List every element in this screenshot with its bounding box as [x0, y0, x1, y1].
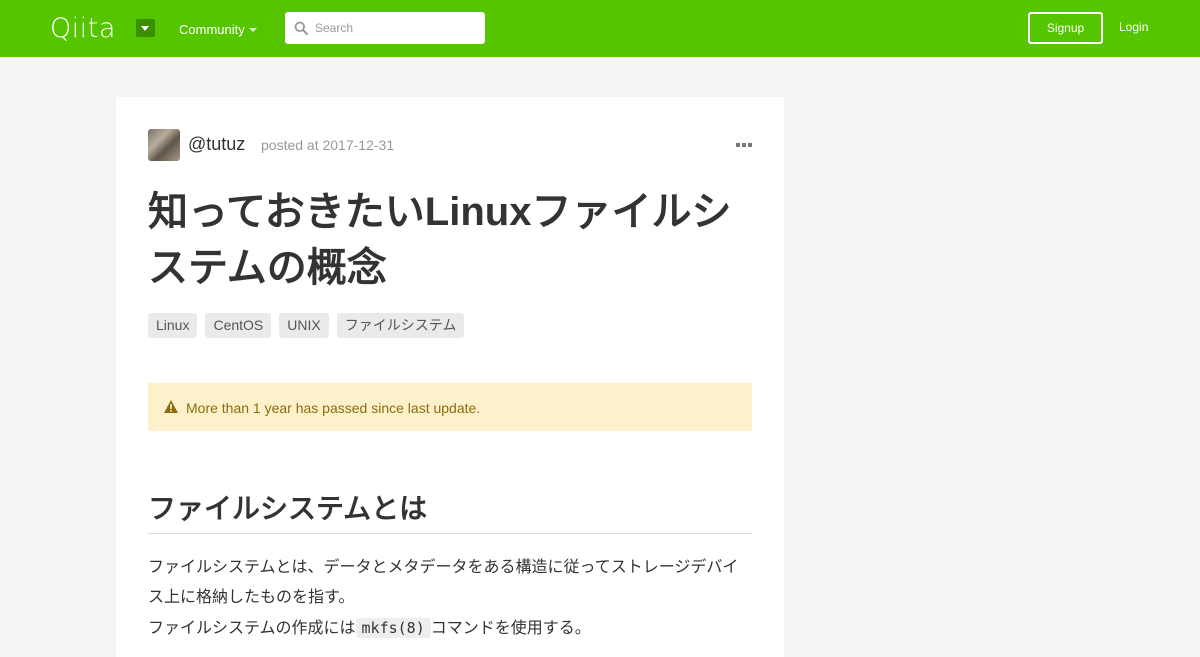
search-box[interactable]: [285, 12, 485, 44]
tag-filesystem[interactable]: ファイルシステム: [336, 313, 465, 338]
logo-dropdown-button[interactable]: [136, 19, 155, 37]
login-link[interactable]: Login: [1119, 20, 1148, 34]
tag-centos[interactable]: CentOS: [205, 313, 272, 338]
paragraph-text: ファイルシステムの作成には: [148, 620, 356, 637]
tag-linux[interactable]: Linux: [148, 313, 198, 338]
alert-message: More than 1 year has passed since last u…: [186, 400, 481, 416]
article-card: @tutuz posted at 2017-12-31 知っておきたいLinux…: [116, 97, 784, 657]
inline-code: mkfs(8): [355, 618, 431, 638]
body-paragraph-2: ファイルシステムの作成には mkfs(8) コマンドを使用する。: [148, 613, 752, 644]
search-icon: [294, 21, 308, 35]
chevron-down-icon[interactable]: [249, 28, 257, 32]
community-menu[interactable]: Community: [179, 22, 245, 37]
paragraph-text: コマンドを使用する。: [430, 620, 591, 637]
author-link[interactable]: @tutuz: [188, 134, 245, 155]
avatar[interactable]: [148, 129, 180, 161]
top-navbar: Qiita Community Signup Login: [0, 0, 1200, 57]
tag-list: Linux CentOS UNIX ファイルシステム: [148, 313, 465, 338]
posted-date: posted at 2017-12-31: [261, 137, 395, 153]
article-title: 知っておきたいLinuxファイルシステムの概念: [148, 190, 732, 290]
more-options-icon[interactable]: [736, 143, 752, 147]
search-input[interactable]: [315, 12, 480, 44]
qiita-logo[interactable]: Qiita: [50, 13, 116, 44]
tag-unix[interactable]: UNIX: [279, 313, 329, 338]
outdated-alert: More than 1 year has passed since last u…: [148, 383, 752, 431]
section-heading: ファイルシステムとは: [148, 487, 752, 534]
body-paragraph: ファイルシステムとは、データとメタデータをある構造に従ってストレージデバイス上に…: [148, 559, 739, 606]
signup-button[interactable]: Signup: [1028, 12, 1103, 44]
warning-icon: [164, 400, 178, 413]
